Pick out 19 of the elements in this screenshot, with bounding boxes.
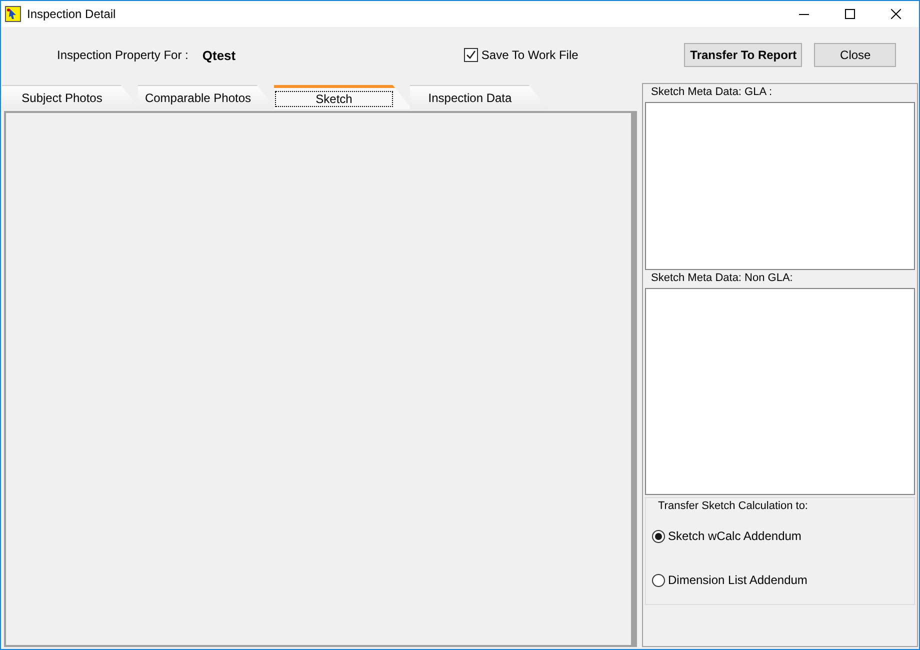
gla-label: Sketch Meta Data: GLA : — [650, 86, 774, 100]
property-value: Qtest — [202, 48, 237, 62]
radio-button[interactable] — [652, 574, 665, 586]
save-checkbox-label: Save To Work File — [481, 48, 578, 62]
tab[interactable]: Sketch — [274, 85, 412, 109]
tab[interactable]: Subject Photos — [2, 85, 140, 109]
window-title: Inspection Detail — [27, 7, 117, 21]
tab[interactable]: Comparable Photos — [138, 85, 276, 109]
radio-label: Dimension List Addendum — [668, 573, 808, 587]
property-label: Inspection Property For : — [57, 48, 188, 62]
radio-label: Sketch wCalc Addendum — [668, 529, 802, 543]
close-button[interactable]: Close — [814, 43, 896, 67]
save-checkbox[interactable] — [464, 48, 478, 62]
radio-button[interactable] — [652, 530, 665, 542]
non-gla-label: Sketch Meta Data: Non GLA: — [650, 272, 794, 286]
transfer-button[interactable]: Transfer To Report — [684, 43, 802, 67]
group-title: Transfer Sketch Calculation to: — [657, 500, 809, 514]
app-icon — [5, 6, 21, 22]
tab[interactable]: Inspection Data — [410, 85, 548, 109]
